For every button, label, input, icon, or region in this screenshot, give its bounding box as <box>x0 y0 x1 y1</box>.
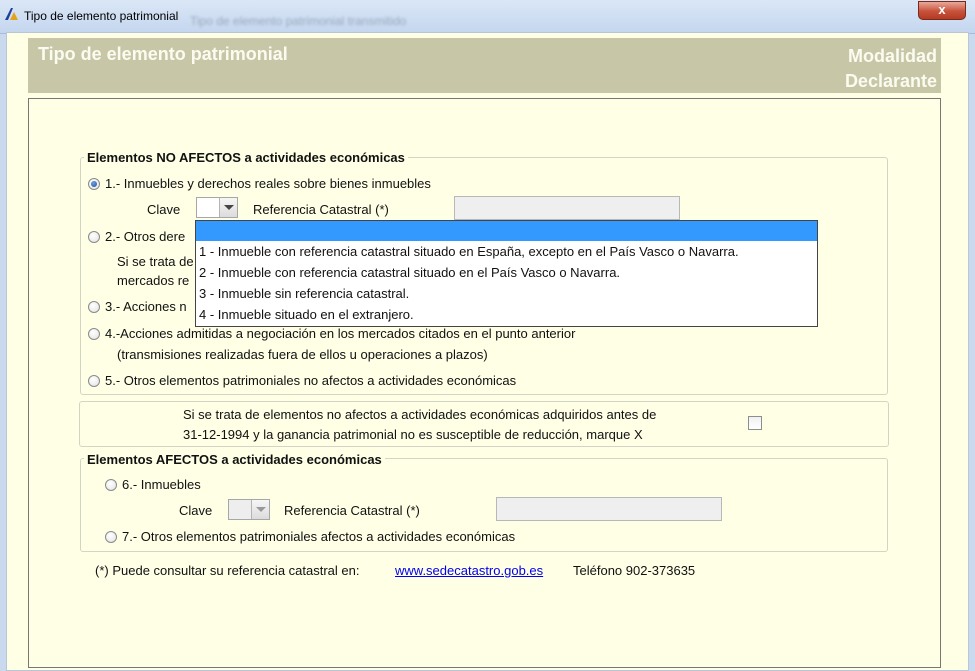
option-4-radio[interactable] <box>88 327 100 340</box>
dropdown-option-3[interactable]: 3 - Inmueble sin referencia catastral. <box>196 283 817 304</box>
header-right-labels: Modalidad Declarante <box>845 44 937 94</box>
option-2-otros-derechos[interactable]: 2.- Otros dere <box>88 229 185 244</box>
option-4-subtext: (transmisiones realizadas fuera de ellos… <box>117 347 488 362</box>
window-title: Tipo de elemento patrimonial <box>24 9 179 23</box>
reduccion-text-line2: 31-12-1994 y la ganancia patrimonial no … <box>183 427 643 442</box>
option-4-label: 4.-Acciones admitidas a negociación en l… <box>105 326 576 341</box>
option-3-acciones[interactable]: 3.- Acciones n <box>88 299 187 314</box>
option-2-radio[interactable] <box>88 230 100 243</box>
option-3-radio[interactable] <box>88 300 100 313</box>
option-4-acciones-admitidas[interactable]: 4.-Acciones admitidas a negociación en l… <box>88 326 575 341</box>
dropdown-option-2[interactable]: 2 - Inmueble con referencia catastral si… <box>196 262 817 283</box>
afectos-referencia-field[interactable] <box>496 497 722 521</box>
option-1-radio[interactable] <box>88 177 100 190</box>
dropdown-selected-blank-item[interactable] <box>196 221 817 241</box>
option-3-label: 3.- Acciones n <box>105 299 187 314</box>
option-2-label: 2.- Otros dere <box>105 229 186 244</box>
modalidad-label: Modalidad <box>848 46 937 66</box>
afectos-group-title: Elementos AFECTOS a actividades económic… <box>84 452 385 467</box>
option-2-note-line2: mercados re <box>117 273 190 288</box>
chevron-down-icon[interactable] <box>219 198 237 217</box>
clave-dropdown-list[interactable]: 1 - Inmueble con referencia catastral si… <box>195 220 818 327</box>
footer-note: (*) Puede consultar su referencia catast… <box>95 563 360 578</box>
reduccion-checkbox[interactable] <box>748 416 762 430</box>
close-button[interactable]: x <box>918 1 966 20</box>
option-5-otros-no-afectos[interactable]: 5.- Otros elementos patrimoniales no afe… <box>88 373 516 388</box>
background-window-title: Tipo de elemento patrimonial transmitido <box>190 14 407 28</box>
option-7-label: 7.- Otros elementos patrimoniales afecto… <box>122 529 516 544</box>
option-2-note-line1: Si se trata de <box>117 254 194 269</box>
declarante-label: Declarante <box>844 71 937 91</box>
option-5-radio[interactable] <box>88 374 100 387</box>
reduccion-text-line1: Si se trata de elementos no afectos a ac… <box>183 407 657 422</box>
option-1-label: 1.- Inmuebles y derechos reales sobre bi… <box>105 176 431 191</box>
dropdown-option-1[interactable]: 1 - Inmueble con referencia catastral si… <box>196 241 817 262</box>
option-6-radio[interactable] <box>105 478 117 491</box>
referencia-catastral-label: Referencia Catastral (*) <box>253 202 389 217</box>
header-band: Tipo de elemento patrimonial Modalidad D… <box>28 38 941 93</box>
sedecatastro-link[interactable]: www.sedecatastro.gob.es <box>395 563 543 578</box>
afectos-clave-label: Clave <box>179 503 213 518</box>
option-7-radio[interactable] <box>105 530 117 543</box>
option-1-inmuebles[interactable]: 1.- Inmuebles y derechos reales sobre bi… <box>88 176 431 191</box>
option-6-label: 6.- Inmuebles <box>122 477 201 492</box>
window-titlebar: Tipo de elemento patrimonial Tipo de ele… <box>0 0 975 34</box>
afectos-referencia-label: Referencia Catastral (*) <box>284 503 420 518</box>
clave-combobox[interactable] <box>196 197 238 218</box>
option-5-label: 5.- Otros elementos patrimoniales no afe… <box>105 373 517 388</box>
dropdown-option-4[interactable]: 4 - Inmueble situado en el extranjero. <box>196 304 817 325</box>
chevron-down-icon[interactable] <box>251 500 269 519</box>
clave-label: Clave <box>147 202 181 217</box>
app-logo-icon <box>5 8 18 20</box>
afectos-clave-combobox[interactable] <box>228 499 270 520</box>
no-afectos-group-title: Elementos NO AFECTOS a actividades econó… <box>84 150 408 165</box>
page-title: Tipo de elemento patrimonial <box>38 44 288 64</box>
option-6-inmuebles[interactable]: 6.- Inmuebles <box>105 477 201 492</box>
telefono-text: Teléfono 902-373635 <box>573 563 696 578</box>
option-7-otros-afectos[interactable]: 7.- Otros elementos patrimoniales afecto… <box>105 529 515 544</box>
referencia-catastral-field[interactable] <box>454 196 680 220</box>
